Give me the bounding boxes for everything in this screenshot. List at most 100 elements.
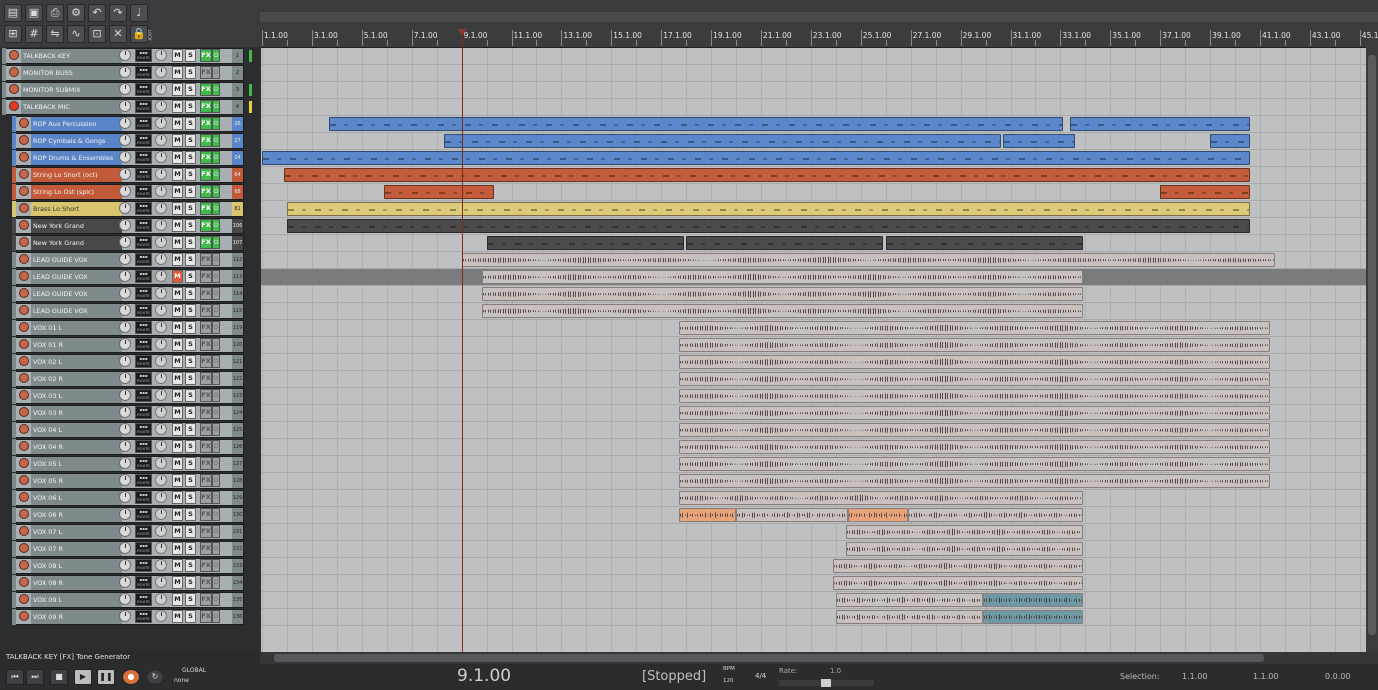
track-name[interactable]: VOX 02 L xyxy=(31,355,122,369)
track-lane[interactable] xyxy=(261,82,1366,99)
route-button[interactable]: ▪▪▪ ROUTE xyxy=(135,202,152,215)
solo-button[interactable]: S xyxy=(185,593,196,606)
track-header[interactable]: VOX 06 R ▪▪▪ ROUTE M S FX ⏻ 130 xyxy=(0,507,246,523)
rate-slider-thumb[interactable] xyxy=(821,679,831,687)
fx-bypass-icon[interactable]: ⏻ xyxy=(212,457,220,470)
fx-button[interactable]: FX xyxy=(200,219,212,232)
track-lane[interactable] xyxy=(261,609,1366,626)
solo-button[interactable]: S xyxy=(185,389,196,402)
track-header[interactable]: LEAD GUIDE VOX ▪▪▪ ROUTE M S FX ⏻ 112 xyxy=(0,252,246,268)
volume-knob[interactable] xyxy=(119,593,131,605)
track-header[interactable]: VOX 06 L ▪▪▪ ROUTE M S FX ⏻ 129 xyxy=(0,490,246,506)
mute-button[interactable]: M xyxy=(172,66,183,79)
fx-bypass-icon[interactable]: ⏻ xyxy=(212,185,220,198)
track-name[interactable]: String Lo Short (oct) xyxy=(31,168,122,182)
mute-button[interactable]: M xyxy=(172,440,183,453)
route-button[interactable]: ▪▪▪ ROUTE xyxy=(135,151,152,164)
fx-button[interactable]: FX xyxy=(200,406,212,419)
track-name[interactable]: LEAD GUIDE VOX xyxy=(31,270,122,284)
track-header[interactable]: String Lo Short (oct) ▪▪▪ ROUTE M S FX ⏻ 64 xyxy=(0,167,246,183)
track-name[interactable]: VOX 01 R xyxy=(31,338,122,352)
fx-bypass-icon[interactable]: ⏻ xyxy=(212,338,220,351)
fx-button[interactable]: FX xyxy=(200,491,212,504)
mute-button[interactable]: M xyxy=(172,423,183,436)
record-arm-button[interactable] xyxy=(19,611,29,621)
volume-knob[interactable] xyxy=(119,236,131,248)
track-header[interactable]: VOX 01 R ▪▪▪ ROUTE M S FX ⏻ 120 xyxy=(0,337,246,353)
mute-button[interactable]: M xyxy=(172,508,183,521)
volume-knob[interactable] xyxy=(119,117,131,129)
pan-knob[interactable] xyxy=(155,253,167,265)
snap-button[interactable]: ⊞ xyxy=(4,25,22,43)
track-header[interactable]: ROP Aux Percussion ▪▪▪ ROUTE M S FX ⏻ 26 xyxy=(0,116,246,132)
record-arm-button[interactable] xyxy=(19,169,29,179)
track-header[interactable]: TALKBACK KEY ▪▪▪ ROUTE M S FX ⏻ 1 xyxy=(0,48,246,64)
midi-item[interactable] xyxy=(329,117,1063,131)
fx-bypass-icon[interactable]: ⏻ xyxy=(212,151,220,164)
audio-item[interactable] xyxy=(678,491,1083,505)
track-lanes[interactable] xyxy=(261,48,1366,652)
record-arm-button[interactable] xyxy=(19,441,29,451)
fx-button[interactable]: FX xyxy=(200,576,212,589)
record-arm-button[interactable] xyxy=(19,186,29,196)
save-project-button[interactable]: ⎙ xyxy=(46,4,64,22)
volume-knob[interactable] xyxy=(119,610,131,622)
route-button[interactable]: ▪▪▪ ROUTE xyxy=(135,610,152,623)
pan-knob[interactable] xyxy=(155,525,167,537)
fx-bypass-icon[interactable]: ⏻ xyxy=(212,610,220,623)
fx-button[interactable]: FX xyxy=(200,168,212,181)
route-button[interactable]: ▪▪▪ ROUTE xyxy=(135,440,152,453)
fx-button[interactable]: FX xyxy=(200,610,212,623)
record-arm-button[interactable] xyxy=(19,305,29,315)
solo-button[interactable]: S xyxy=(185,321,196,334)
route-button[interactable]: ▪▪▪ ROUTE xyxy=(135,593,152,606)
solo-button[interactable]: S xyxy=(185,304,196,317)
track-lane[interactable] xyxy=(261,541,1366,558)
solo-button[interactable]: S xyxy=(185,66,196,79)
mute-button[interactable]: M xyxy=(172,542,183,555)
record-arm-button[interactable] xyxy=(19,577,29,587)
pan-knob[interactable] xyxy=(155,559,167,571)
solo-button[interactable]: S xyxy=(185,168,196,181)
mute-button[interactable]: M xyxy=(172,610,183,623)
pan-knob[interactable] xyxy=(155,100,167,112)
record-arm-button[interactable] xyxy=(19,560,29,570)
auto-crossfade-button[interactable]: ✕ xyxy=(109,25,127,43)
fx-bypass-icon[interactable]: ⏻ xyxy=(212,134,220,147)
audio-item[interactable] xyxy=(835,610,984,624)
record-arm-button[interactable] xyxy=(19,135,29,145)
track-name[interactable]: LEAD GUIDE VOX xyxy=(31,304,122,318)
volume-knob[interactable] xyxy=(119,542,131,554)
fx-button[interactable]: FX xyxy=(200,440,212,453)
fx-button[interactable]: FX xyxy=(200,559,212,572)
pan-knob[interactable] xyxy=(155,440,167,452)
route-button[interactable]: ▪▪▪ ROUTE xyxy=(135,100,152,113)
fx-bypass-icon[interactable]: ⏻ xyxy=(212,474,220,487)
mute-button[interactable]: M xyxy=(172,338,183,351)
track-header[interactable]: New York Grand ▪▪▪ ROUTE M S FX ⏻ 107 xyxy=(0,235,246,251)
audio-item[interactable] xyxy=(908,508,1083,522)
midi-item[interactable] xyxy=(444,134,1001,148)
fx-bypass-icon[interactable]: ⏻ xyxy=(212,253,220,266)
route-button[interactable]: ▪▪▪ ROUTE xyxy=(135,66,152,79)
route-button[interactable]: ▪▪▪ ROUTE xyxy=(135,491,152,504)
track-name[interactable]: TALKBACK MIC xyxy=(21,100,122,114)
pan-knob[interactable] xyxy=(155,236,167,248)
audio-item[interactable] xyxy=(678,355,1270,369)
route-button[interactable]: ▪▪▪ ROUTE xyxy=(135,236,152,249)
global-automation-value[interactable]: none xyxy=(174,677,189,684)
solo-button[interactable]: S xyxy=(185,576,196,589)
track-lane[interactable] xyxy=(261,65,1366,82)
volume-knob[interactable] xyxy=(119,355,131,367)
volume-knob[interactable] xyxy=(119,491,131,503)
volume-knob[interactable] xyxy=(119,49,131,61)
track-lane[interactable] xyxy=(261,99,1366,116)
track-lane[interactable] xyxy=(261,558,1366,575)
mute-button[interactable]: M xyxy=(172,83,183,96)
solo-button[interactable]: S xyxy=(185,440,196,453)
fx-bypass-icon[interactable]: ⏻ xyxy=(212,66,220,79)
ripple-edit-button[interactable]: ⇋ xyxy=(46,25,64,43)
mute-button[interactable]: M xyxy=(172,202,183,215)
fx-button[interactable]: FX xyxy=(200,117,212,130)
route-button[interactable]: ▪▪▪ ROUTE xyxy=(135,287,152,300)
